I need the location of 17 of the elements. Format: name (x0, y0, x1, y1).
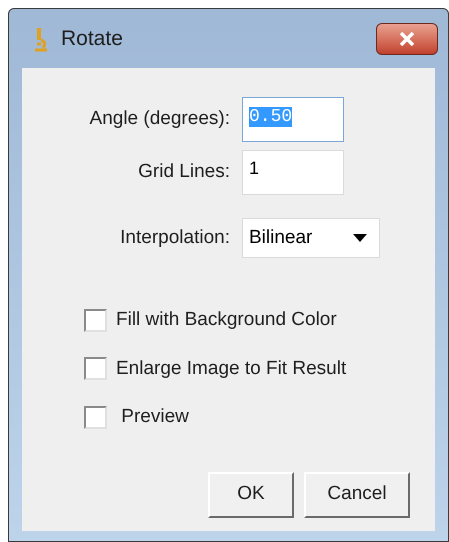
checkbox-label: Fill with Background Color (116, 308, 337, 332)
field-label: Angle (degrees): (88, 107, 231, 132)
dialog-button[interactable]: OK (208, 472, 294, 518)
checkbox[interactable] (84, 406, 107, 429)
dialog-button[interactable]: Cancel (304, 472, 410, 518)
interpolation-dropdown[interactable]: Bilinear (242, 218, 380, 258)
window-title: Rotate (61, 26, 123, 52)
checkbox-label: Enlarge Image to Fit Result (116, 356, 346, 380)
close-icon (399, 32, 415, 46)
checkbox-label: Preview (120, 405, 189, 429)
caret-icon (353, 234, 367, 242)
checkbox[interactable] (84, 357, 107, 380)
input-field[interactable]: 1 (242, 150, 344, 195)
field-label: Grid Lines: (137, 160, 231, 184)
close-button[interactable] (376, 22, 438, 54)
dropdown-label: Interpolation: (119, 226, 231, 250)
checkbox[interactable] (84, 308, 107, 332)
